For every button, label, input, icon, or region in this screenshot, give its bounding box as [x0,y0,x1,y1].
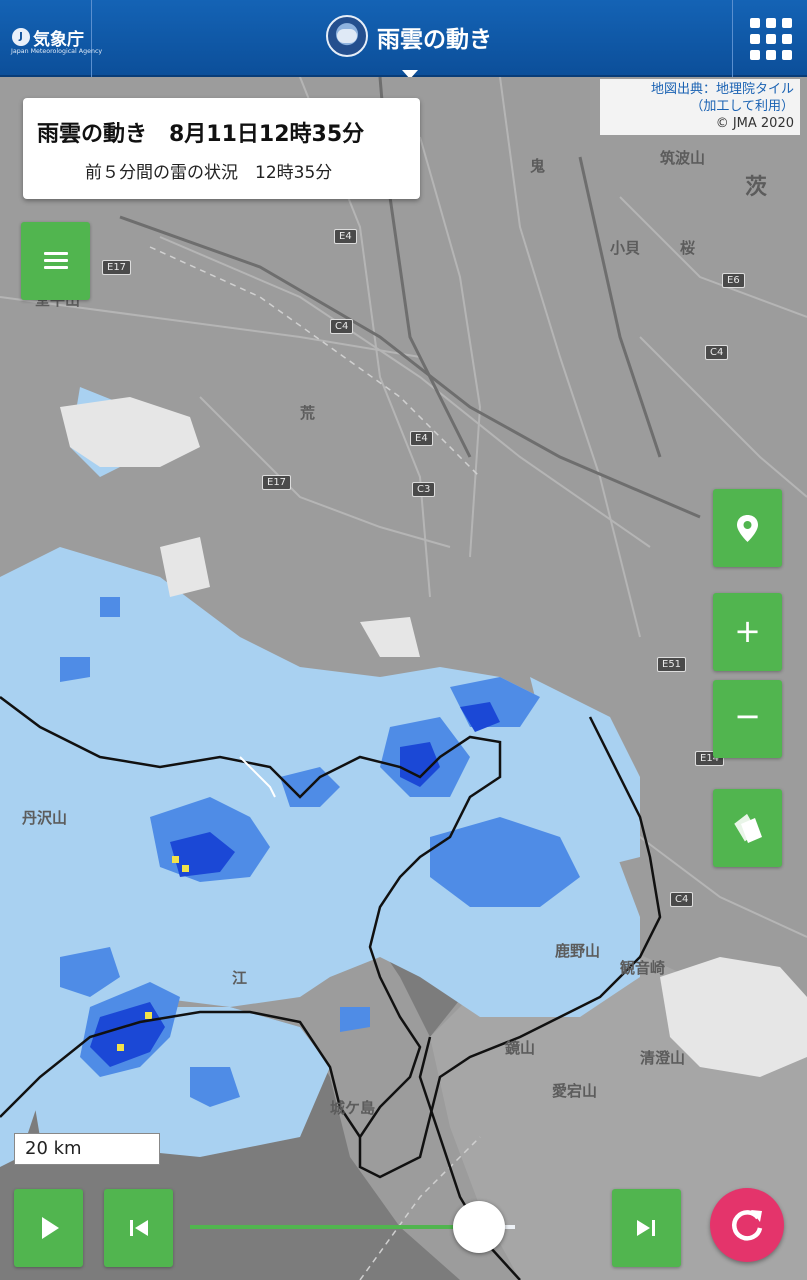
map-info-box: 雨雲の動き 8月11日12時35分 前５分間の雷の状況 12時35分 [23,98,420,199]
skip-forward-icon [637,1220,655,1236]
current-location-button[interactable] [713,489,782,567]
page-title: 雨雲の動き [377,27,492,53]
attribution-note: （加工して利用） [690,99,794,114]
map-layers-button[interactable] [713,789,782,867]
map-label: 小貝 [610,239,641,257]
attribution-source[interactable]: 地図出典：地理院タイル [606,81,794,98]
rain-radar-map[interactable]: 鬼 筑波山 茨 桜 小貝 荒 観音崎 丹沢山 江 鏡山 清澄山 愛宕山 鹿野山 … [0,77,807,1280]
info-subtitle: 前５分間の雷の状況 12時35分 [85,163,333,183]
map-label: 愛宕山 [552,1082,598,1100]
grid-icon [750,18,794,62]
map-scale: 20 km [14,1133,160,1165]
map-label: 茨 [745,175,768,200]
road-shield: E51 [657,657,687,672]
zoom-out-button[interactable]: − [713,680,782,758]
road-shield: E4 [334,229,357,244]
map-label: 清澄山 [640,1049,686,1067]
hamburger-icon [44,252,68,255]
layers-icon [734,813,762,843]
skip-back-icon [130,1220,148,1236]
road-shield: E4 [410,431,433,446]
map-label: 丹沢山 [22,809,68,827]
grid-menu-button[interactable] [732,0,807,77]
play-button[interactable] [14,1189,83,1267]
map-label: 城ケ島 [330,1099,376,1117]
rain-radar-icon [326,15,368,57]
app-header: J 気象庁 Japan Meteorological Agency 雨雲の動き [0,0,807,79]
road-shield: C4 [670,892,694,907]
map-label: 鏡山 [505,1039,536,1057]
road-shield: C4 [705,345,729,360]
attribution-copyright: © JMA 2020 [715,116,794,131]
road-shield: C3 [412,482,436,497]
info-title: 雨雲の動き 8月11日12時35分 [37,122,365,147]
layer-menu-button[interactable] [21,222,90,300]
map-label: 鬼 [530,157,546,175]
map-label: 鹿野山 [555,942,601,960]
agency-name: 気象庁 [33,30,84,50]
refresh-icon [732,1210,763,1241]
previous-frame-button[interactable] [104,1189,173,1267]
map-label: 江 [232,969,248,987]
map-label: 観音崎 [620,959,666,977]
map-label: 荒 [300,404,316,422]
refresh-button[interactable] [710,1188,784,1262]
road-shield: E6 [722,273,745,288]
play-icon [42,1217,59,1239]
hamburger-icon-bar [44,259,68,262]
road-shield: E17 [262,475,292,490]
road-shield: E17 [102,260,132,275]
location-pin-icon [737,515,758,542]
zoom-in-button[interactable]: + [713,593,782,671]
timeline-slider-thumb[interactable] [453,1201,506,1253]
road-shield: C4 [330,319,354,334]
jma-emblem-icon: J [12,28,30,46]
next-frame-button[interactable] [612,1189,681,1267]
timeline-progress [190,1225,480,1229]
agency-name-en: Japan Meteorological Agency [11,48,103,55]
map-label: 桜 [680,239,696,257]
map-label: 筑波山 [660,149,706,167]
jma-logo[interactable]: J 気象庁 Japan Meteorological Agency [0,0,102,77]
map-attribution[interactable]: 地図出典：地理院タイル （加工して利用） © JMA 2020 [600,79,800,135]
hamburger-icon-bar [44,266,68,269]
